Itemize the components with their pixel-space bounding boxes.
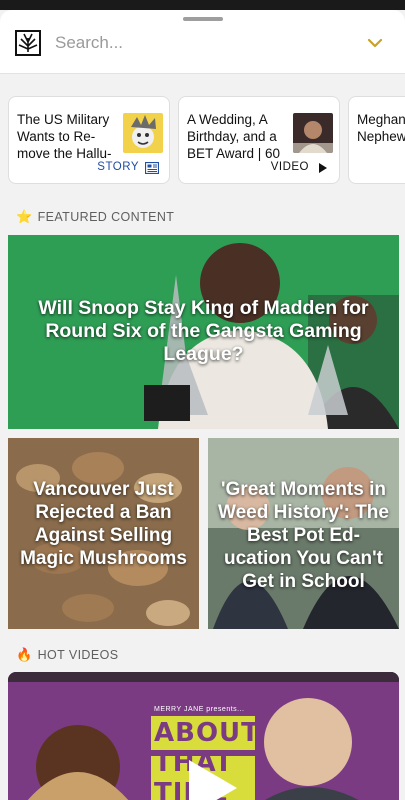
hot-videos-section-label: HOT VIDEOS [37, 648, 119, 662]
fire-icon: 🔥 [16, 647, 33, 662]
play-button-icon[interactable] [183, 756, 243, 800]
video-kicker: MERRY JANE presents... [154, 706, 245, 713]
article-tile[interactable]: Vancouver Just Rejected a Ban Against Se… [8, 438, 199, 629]
drag-handle[interactable] [183, 17, 223, 21]
video-type-label: VIDEO [270, 161, 309, 173]
story-type-label: STORY [97, 161, 139, 173]
featured-hero-card[interactable]: Will Snoop Stay King of Madden for Round… [8, 235, 399, 429]
story-card-title: A Wedding, A Birthday, and a BET Award |… [187, 112, 281, 161]
story-card-thumbnail [293, 113, 333, 153]
hot-video-card[interactable]: MERRY JANE presents... ABOUT THAT TIME [8, 672, 399, 800]
search-header [0, 10, 405, 74]
article-tile-title: 'Great Moments in Weed History': The Bes… [218, 479, 389, 592]
article-tile[interactable]: 'Great Moments in Weed History': The Bes… [208, 438, 399, 629]
star-icon: ⭐ [16, 209, 33, 224]
featured-section-header: ⭐ FEATURED CONTENT [16, 209, 174, 225]
story-card-title: Meghan Markle's Nephew [357, 112, 405, 144]
article-tile-title: Vancouver Just Rejected a Ban Against Se… [20, 479, 187, 569]
story-card[interactable]: The US Military Wants to Re-move the Hal… [8, 96, 170, 184]
hot-videos-section-header: 🔥 HOT VIDEOS [16, 647, 118, 663]
play-icon [319, 163, 327, 173]
search-input[interactable] [55, 30, 345, 56]
featured-section-label: FEATURED CONTENT [37, 210, 175, 224]
story-card-title: The US Military Wants to Re-move the Hal… [17, 112, 112, 161]
story-card[interactable]: Meghan Markle's Nephew [348, 96, 405, 184]
status-bar [0, 0, 405, 10]
logo-icon[interactable] [15, 30, 41, 56]
story-card[interactable]: A Wedding, A Birthday, and a BET Award |… [178, 96, 340, 184]
newspaper-icon [145, 162, 159, 174]
chevron-down-icon[interactable] [365, 33, 385, 53]
top-stories-carousel[interactable]: The US Military Wants to Re-move the Hal… [0, 96, 405, 186]
hero-article-title: Will Snoop Stay King of Madden for Round… [38, 297, 369, 365]
story-card-thumbnail [123, 113, 163, 153]
